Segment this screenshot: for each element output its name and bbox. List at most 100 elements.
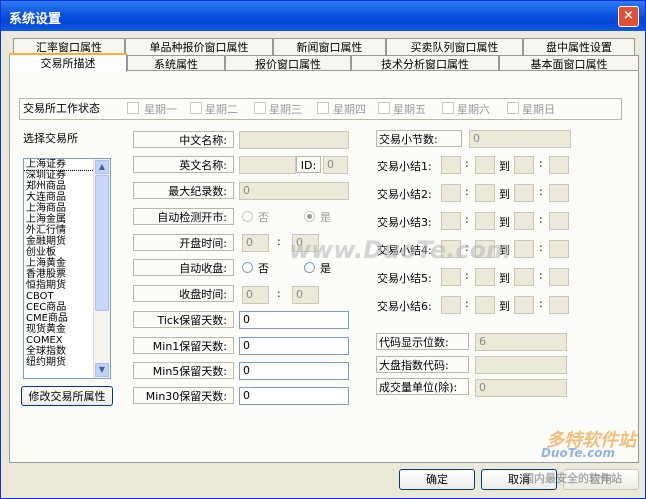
session-end-minute[interactable] xyxy=(549,296,569,314)
session-end-minute[interactable] xyxy=(549,268,569,286)
session-start-hour[interactable] xyxy=(441,212,461,230)
session-to-label: 到 xyxy=(499,160,510,173)
session-colon: : xyxy=(539,213,543,226)
session-start-minute[interactable] xyxy=(475,212,495,230)
session-colon: : xyxy=(465,297,469,310)
session-start-hour[interactable] xyxy=(441,156,461,174)
tab-single-quote-window[interactable]: 单品种报价窗口属性 xyxy=(125,38,273,55)
session-colon: : xyxy=(539,185,543,198)
title-bar[interactable]: 系统设置 × xyxy=(1,1,645,31)
en-name-label: 英文名称: xyxy=(133,156,234,173)
workdays-label: 交易所工作状态 xyxy=(23,102,100,115)
tab-exchange-description[interactable]: 交易所描述 xyxy=(9,53,127,72)
saturday-label: 星期六 xyxy=(457,103,490,116)
session-label: 交易小结3: xyxy=(377,216,432,229)
scroll-up-icon[interactable]: ▲ xyxy=(95,160,109,174)
session-count-field[interactable]: 0 xyxy=(469,130,571,148)
close-time-colon: : xyxy=(277,287,281,300)
watermark-slogan: 国内最安全的软件站 xyxy=(523,472,622,485)
wednesday-label: 星期三 xyxy=(269,103,302,116)
session-label: 交易小结2: xyxy=(377,188,432,201)
cn-name-field[interactable] xyxy=(239,131,349,149)
min30-days-label: Min30保留天数: xyxy=(133,387,234,404)
session-start-minute[interactable] xyxy=(475,296,495,314)
session-colon: : xyxy=(539,297,543,310)
friday-checkbox[interactable] xyxy=(378,102,390,114)
close-hour-field[interactable]: 0 xyxy=(242,286,269,304)
auto-close-no-radio[interactable] xyxy=(242,262,253,273)
session-colon: : xyxy=(465,185,469,198)
modify-exchange-button[interactable]: 修改交易所属性 xyxy=(21,386,113,406)
auto-detect-no-label: 否 xyxy=(258,211,269,224)
session-colon: : xyxy=(465,157,469,170)
session-end-minute[interactable] xyxy=(549,156,569,174)
session-colon: : xyxy=(465,269,469,282)
min5-days-label: Min5保留天数: xyxy=(133,362,234,379)
volume-unit-label: 成交量单位(除): xyxy=(376,378,469,395)
thursday-checkbox[interactable] xyxy=(317,102,329,114)
session-to-label: 到 xyxy=(499,300,510,313)
session-end-hour[interactable] xyxy=(514,156,534,174)
session-start-hour[interactable] xyxy=(441,268,461,286)
session-end-minute[interactable] xyxy=(549,212,569,230)
session-end-hour[interactable] xyxy=(514,268,534,286)
open-time-colon: : xyxy=(277,235,281,248)
tab-order-queue-window[interactable]: 买卖队列窗口属性 xyxy=(386,38,523,55)
session-start-hour[interactable] xyxy=(441,296,461,314)
scroll-thumb[interactable] xyxy=(95,175,109,311)
index-code-field[interactable] xyxy=(475,356,567,374)
id-field[interactable]: 0 xyxy=(323,156,348,174)
index-code-label: 大盘指数代码: xyxy=(376,356,469,373)
min1-days-label: Min1保留天数: xyxy=(133,337,234,354)
code-digits-label: 代码显示位数: xyxy=(376,333,469,350)
min5-days-field[interactable]: 0 xyxy=(239,362,349,380)
open-time-label: 开盘时间: xyxy=(133,234,234,251)
session-end-hour[interactable] xyxy=(514,240,534,258)
session-to-label: 到 xyxy=(499,188,510,201)
auto-detect-yes-radio[interactable] xyxy=(304,211,315,222)
scroll-down-icon[interactable]: ▼ xyxy=(95,363,109,377)
session-colon: : xyxy=(539,157,543,170)
auto-close-label: 自动收盘: xyxy=(133,259,234,276)
session-start-minute[interactable] xyxy=(475,268,495,286)
session-colon: : xyxy=(539,269,543,282)
monday-checkbox[interactable] xyxy=(127,102,139,114)
session-to-label: 到 xyxy=(499,272,510,285)
auto-detect-no-radio[interactable] xyxy=(242,211,253,222)
tab-news-window[interactable]: 新闻窗口属性 xyxy=(273,38,386,55)
auto-detect-label: 自动检测开市: xyxy=(133,208,234,225)
session-label: 交易小结5: xyxy=(377,272,432,285)
tuesday-checkbox[interactable] xyxy=(190,102,202,114)
session-start-minute[interactable] xyxy=(475,156,495,174)
session-colon: : xyxy=(539,241,543,254)
wednesday-checkbox[interactable] xyxy=(254,102,266,114)
session-end-minute[interactable] xyxy=(549,184,569,202)
open-hour-field[interactable]: 0 xyxy=(242,234,269,252)
volume-unit-field[interactable]: 0 xyxy=(475,379,567,397)
exchange-listbox[interactable]: 上海证券 深圳证券 郑州商品 大连商品 上海商品 上海金属 外汇行情 金融期货 … xyxy=(23,158,111,379)
min30-days-field[interactable]: 0 xyxy=(239,387,349,405)
session-end-hour[interactable] xyxy=(514,296,534,314)
session-label: 交易小结1: xyxy=(377,160,432,173)
ok-button[interactable]: 确定 xyxy=(399,469,475,490)
en-name-field[interactable] xyxy=(239,156,296,174)
session-start-hour[interactable] xyxy=(441,184,461,202)
close-button[interactable]: × xyxy=(618,6,639,27)
sunday-checkbox[interactable] xyxy=(507,102,519,114)
tick-days-field[interactable]: 0 xyxy=(239,311,349,329)
close-minute-field[interactable]: 0 xyxy=(292,286,319,304)
session-end-hour[interactable] xyxy=(514,212,534,230)
max-records-field[interactable]: 0 xyxy=(239,182,349,200)
id-label: ID: xyxy=(296,156,321,173)
monday-label: 星期一 xyxy=(144,103,177,116)
session-colon: : xyxy=(465,213,469,226)
session-end-minute[interactable] xyxy=(549,240,569,258)
saturday-checkbox[interactable] xyxy=(442,102,454,114)
session-end-hour[interactable] xyxy=(514,184,534,202)
tab-intraday-settings[interactable]: 盘中属性设置 xyxy=(523,38,635,55)
exchange-scrollbar[interactable]: ▲ ▼ xyxy=(93,159,110,378)
session-start-minute[interactable] xyxy=(475,184,495,202)
min1-days-field[interactable]: 0 xyxy=(239,337,349,355)
code-digits-field[interactable]: 6 xyxy=(475,333,567,351)
auto-detect-yes-label: 是 xyxy=(320,211,331,224)
